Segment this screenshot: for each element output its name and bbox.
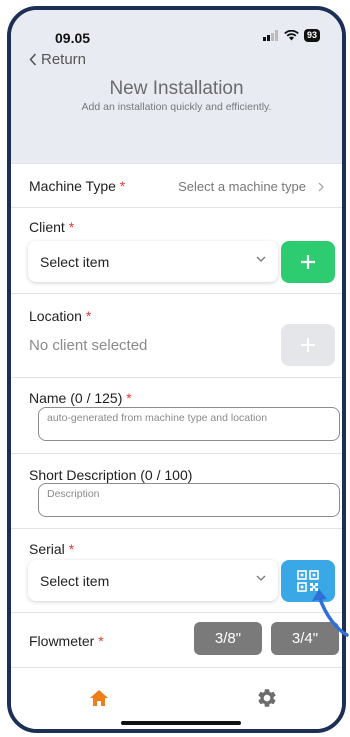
name-row: Name (0 / 125) * auto-generated from mac… xyxy=(11,377,342,453)
serial-select[interactable]: Select item xyxy=(28,560,278,601)
serial-label: Serial * xyxy=(29,541,74,557)
client-select[interactable]: Select item xyxy=(28,241,278,282)
chevron-down-icon xyxy=(256,256,266,262)
back-label: Return xyxy=(41,51,87,68)
client-label-text: Client xyxy=(29,219,65,235)
machine-type-row[interactable]: Machine Type * Select a machine type xyxy=(11,163,342,207)
location-row: Location * No client selected xyxy=(11,293,342,377)
status-time: 09.05 xyxy=(55,30,91,46)
name-label: Name (0 / 125) * xyxy=(29,390,132,406)
tab-home[interactable] xyxy=(81,682,117,714)
flowmeter-row: Flowmeter * 3/8" 3/4" xyxy=(11,612,342,667)
status-icons: 93 xyxy=(262,29,320,42)
signal-icon xyxy=(262,30,278,41)
page-title: New Installation xyxy=(109,78,244,99)
battery-icon: 93 xyxy=(303,29,320,42)
short-description-placeholder: Description xyxy=(47,488,100,500)
name-input[interactable]: auto-generated from machine type and loc… xyxy=(38,407,340,441)
annotation-arrow-icon xyxy=(312,589,349,637)
flowmeter-label: Flowmeter * xyxy=(29,633,104,649)
page-subtitle: Add an installation quickly and efficien… xyxy=(81,101,272,113)
phone-frame: 09.05 93 Return New Installation Add an … xyxy=(7,6,346,733)
client-select-value: Select item xyxy=(40,253,110,270)
short-description-row: Short Description (0 / 100) Description xyxy=(11,453,342,528)
required-mark: * xyxy=(98,633,104,649)
name-label-text: Name (0 / 125) xyxy=(29,390,123,406)
chevron-right-icon xyxy=(318,182,324,192)
client-row: Client * Select item xyxy=(11,207,342,293)
location-label: Location * xyxy=(29,308,91,324)
flowmeter-option-3-8[interactable]: 3/8" xyxy=(194,622,262,655)
required-mark: * xyxy=(126,390,132,406)
home-icon xyxy=(90,690,108,706)
machine-type-label-text: Machine Type xyxy=(29,178,116,194)
back-button[interactable]: Return xyxy=(29,51,86,68)
short-description-label: Short Description (0 / 100) xyxy=(29,467,193,483)
add-client-button[interactable] xyxy=(281,241,335,283)
required-mark: * xyxy=(68,219,75,235)
required-mark: * xyxy=(68,541,75,557)
tab-settings[interactable] xyxy=(249,682,285,714)
serial-select-value: Select item xyxy=(40,572,110,589)
required-mark: * xyxy=(85,308,92,324)
flowmeter-label-text: Flowmeter xyxy=(29,633,95,649)
name-placeholder: auto-generated from machine type and loc… xyxy=(47,412,268,424)
plus-icon xyxy=(301,338,315,352)
machine-type-value: Select a machine type xyxy=(178,179,306,194)
machine-type-label: Machine Type * xyxy=(29,178,125,194)
plus-icon xyxy=(301,255,315,269)
serial-label-text: Serial xyxy=(29,541,65,557)
gear-icon xyxy=(258,689,276,707)
chevron-left-icon xyxy=(29,53,37,66)
short-description-input[interactable]: Description xyxy=(38,483,340,517)
wifi-icon xyxy=(284,30,299,41)
chevron-down-icon xyxy=(256,575,266,581)
required-mark: * xyxy=(119,178,126,194)
client-label: Client * xyxy=(29,219,74,235)
header: 09.05 93 Return New Installation Add an … xyxy=(11,10,342,163)
home-indicator xyxy=(121,721,241,725)
serial-row: Serial * Select item xyxy=(11,528,342,612)
location-label-text: Location xyxy=(29,308,82,324)
add-location-button[interactable] xyxy=(281,324,335,366)
location-value: No client selected xyxy=(29,337,148,354)
